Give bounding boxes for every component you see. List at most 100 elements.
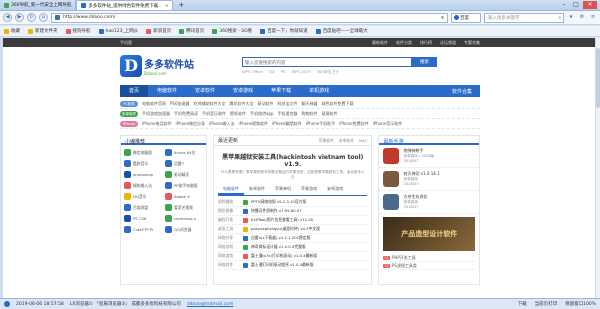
topbar-link[interactable]: 软件分类 <box>396 40 412 46</box>
update-row[interactable]: 网络游戏 神奇商标设计器 v1.0.0.0完整版 <box>218 243 368 252</box>
recent-tab[interactable]: 安卓软件 <box>339 138 354 144</box>
update-name[interactable]: 神奇商标设计器 v1.0.0.0完整版 <box>251 244 306 250</box>
favorites-icon[interactable]: ★ <box>567 14 575 22</box>
category-link[interactable]: 腾讯软件大全 <box>230 101 254 107</box>
app-item[interactable]: 搜狗输入法 <box>124 182 162 189</box>
app-item[interactable]: QQ音乐 <box>124 193 162 200</box>
category-link[interactable]: 手机音乐软件 <box>202 111 226 117</box>
category-link[interactable]: 绿色软件免费下载 <box>322 101 354 107</box>
category-link[interactable]: iPhone免费软件 <box>339 121 369 127</box>
update-row[interactable]: 图形图像 快播证件照制作 v7.95.60.07 <box>218 207 368 216</box>
category-link[interactable]: 手机借贷app <box>250 111 274 117</box>
promo-banner[interactable]: 产品造型设计软件 <box>383 217 475 251</box>
category-link[interactable]: iPhone电话软件 <box>142 121 172 127</box>
browser-search-input[interactable]: 输入搜索关键字 ⌕ <box>484 12 564 23</box>
category-link[interactable]: 科技宝文件 <box>278 101 298 107</box>
update-row[interactable]: 网络游戏 富士通ip7x(打印机驱动) v1.0.4最新版 <box>218 252 368 261</box>
category-link[interactable]: 手机游戏加速器 <box>142 111 170 117</box>
category-link[interactable]: 吃鸡辅助软件大全 <box>194 101 226 107</box>
app-item[interactable]: 百度网盘 <box>124 204 162 211</box>
category-link[interactable]: 聊天神器 <box>302 101 318 107</box>
app-item[interactable]: photoshop <box>124 171 162 178</box>
update-name[interactable]: pasyuepilyhqyu(桌面时钟) v4.3中文版 <box>251 226 320 232</box>
site-logo[interactable]: D 多多软件站 Ddooo.com <box>120 55 194 77</box>
app-item[interactable]: 酷狗音乐 <box>124 160 162 167</box>
topbar-link[interactable]: 最新软件 <box>372 40 388 46</box>
app-item[interactable]: PS CS6 <box>124 215 162 222</box>
app-item[interactable]: CuteFTP Pr <box>124 226 162 233</box>
favorite-item[interactable]: 360搜索 - SO看 <box>212 28 252 34</box>
update-row[interactable]: 视频播放 PPTV网络电视 v5.2.3.10官方版 <box>218 198 368 207</box>
game-item[interactable]: 炮弹神射手 安卓游戏 / 2018版 2018/07 <box>379 145 479 168</box>
address-bar[interactable]: http://www.ddooo.com/ ▼ <box>51 12 448 23</box>
nav-all-collections[interactable]: 软件合集 <box>452 88 480 95</box>
category-link[interactable]: 壁纸软件 <box>230 111 246 117</box>
category-link[interactable]: 手机免费阅读 <box>174 111 198 117</box>
hot-word-link[interactable]: 360安全卫士 <box>317 69 339 75</box>
app-item[interactable]: 迅雷7 <box>165 160 203 167</box>
sub-tab[interactable]: 电脑软件 <box>218 185 245 195</box>
status-action[interactable]: 下载 <box>518 301 527 307</box>
refresh-icon[interactable]: ↻ <box>27 13 36 22</box>
recent-tab[interactable]: MAC <box>359 138 367 144</box>
app-item[interactable]: 微信电脑版 <box>124 149 162 156</box>
update-name[interactable]: 快播证件照制作 v7.95.60.07 <box>251 208 302 214</box>
app-item[interactable]: QQ浏览器 <box>165 226 203 233</box>
topbar-link[interactable]: 专题合集 <box>464 40 480 46</box>
forward-icon[interactable]: ▶ <box>15 13 24 22</box>
favorite-item[interactable]: 腾讯首页 <box>179 28 204 34</box>
close-tab-icon[interactable]: ✕ <box>165 3 168 8</box>
app-item[interactable]: Adobe X <box>165 193 203 200</box>
nav-item[interactable]: 安卓游戏 <box>224 85 262 97</box>
category-link[interactable]: 驱动软件 <box>258 101 274 107</box>
chevron-down-icon[interactable]: ▼ <box>441 15 444 20</box>
update-name[interactable]: 富士通ip7x(打印机驱动) v1.0.4最新版 <box>251 253 317 259</box>
new-tab-button[interactable]: + <box>176 1 186 9</box>
sub-tab[interactable]: 安卓游戏 <box>322 185 348 195</box>
hot-word-link[interactable]: PS <box>281 69 286 75</box>
status-action[interactable]: 保留窗口100% <box>565 301 596 307</box>
nav-item[interactable]: 首页 <box>120 85 149 97</box>
favorite-item[interactable]: hao123_上网从 <box>98 28 138 34</box>
recent-tab[interactable]: 苹果软件 <box>319 138 334 144</box>
category-link[interactable]: 电脑软件官网 <box>142 101 166 107</box>
browser-tab[interactable]: 360导航_新一代安全上网导航 <box>0 0 77 10</box>
nav-item[interactable]: 单机游戏 <box>300 85 338 97</box>
page-scrollbar[interactable] <box>595 38 600 298</box>
update-row[interactable]: 网络共享 迅雷x(x下载器) v1.2.1.201稳定版 <box>218 234 368 243</box>
update-name[interactable]: 迅雷x(x下载器) v1.2.1.201稳定版 <box>251 235 310 241</box>
search-engine-select[interactable]: 百度 <box>451 12 481 23</box>
hot-word-link[interactable]: QQ <box>269 69 275 75</box>
favorite-item[interactable]: 百度一下，你就知道 <box>260 28 308 34</box>
scrollbar-thumb[interactable] <box>596 48 600 108</box>
hot-word-link[interactable]: WPS Office <box>242 69 263 75</box>
category-link[interactable]: PS6加速器 <box>170 101 190 107</box>
search-icon[interactable]: ⌕ <box>558 15 561 21</box>
update-name[interactable]: PPTV网络电视 v5.2.3.10官方版 <box>251 199 306 205</box>
nav-item[interactable]: 电脑软件 <box>148 85 186 97</box>
category-link[interactable]: iPhone翻墙软件 <box>272 121 302 127</box>
topbar-link[interactable]: 论坛频道 <box>440 40 456 46</box>
topic-item[interactable]: 02 PS滤镜工具类 <box>383 262 475 270</box>
minimize-icon[interactable]: – <box>559 1 569 9</box>
update-row[interactable]: 编程开发 ExifTool(照片信息查看工具) v11.00 <box>218 216 368 225</box>
app-item[interactable]: PP助手电脑版 <box>165 182 203 189</box>
app-item[interactable]: 爱奇艺视频 <box>165 204 203 211</box>
home-icon[interactable]: ⌂ <box>39 13 48 22</box>
favorite-item[interactable]: 新浪首页 <box>146 28 171 34</box>
nav-item[interactable]: 安卓软件 <box>186 85 224 97</box>
category-link[interactable]: iPhone手机助手 <box>306 121 336 127</box>
mobile-link[interactable]: 手机版 <box>120 40 132 46</box>
update-name[interactable]: ExifTool(照片信息查看工具) v11.00 <box>251 217 313 223</box>
favorite-item[interactable]: 百度贴吧——全球最大 <box>315 28 368 34</box>
game-item[interactable]: 寂灭神功 v1.0.14.1 安卓游戏 2018/07 <box>379 168 479 191</box>
category-link[interactable]: 手机遥控器 <box>278 111 298 117</box>
browser-tab-active[interactable]: 多多软件站_提供绿色软件免费下载.. ✕ <box>76 0 174 10</box>
favorite-item[interactable]: 新建文件夹 <box>28 28 58 34</box>
site-search-button[interactable]: 搜索 <box>412 57 437 67</box>
menu-icon[interactable]: ≡ <box>589 14 597 22</box>
topic-item[interactable]: 01 PHP开发工具 <box>383 254 475 262</box>
category-link[interactable]: iPhone输入法 <box>209 121 235 127</box>
game-item[interactable]: 方舟生存进化 安卓游戏 2018/07 <box>379 191 479 214</box>
sub-tab[interactable]: 苹果单机 <box>270 185 296 195</box>
